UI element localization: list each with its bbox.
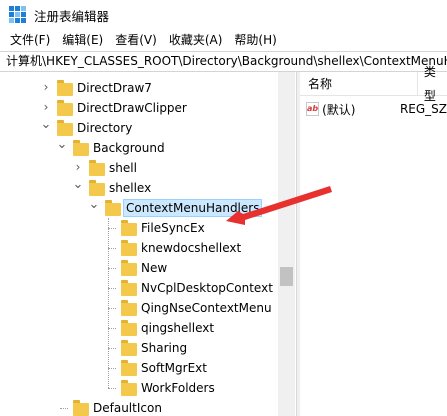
address-bar[interactable]: 计算机\HKEY_CLASSES_ROOT\Directory\Backgrou…	[0, 51, 447, 72]
menu-favorites[interactable]: 收藏夹(A)	[163, 30, 229, 50]
tree-item-sharing[interactable]: Sharing	[0, 338, 278, 358]
tree-item-label: DirectDraw7	[77, 81, 152, 95]
tree-connector	[108, 248, 116, 249]
tree-connector	[108, 308, 116, 309]
tree-item-workfolders[interactable]: WorkFolders	[0, 378, 278, 398]
tree-item-label: FileSyncEx	[141, 221, 205, 235]
tree-item-label: NvCplDesktopContext	[141, 281, 273, 295]
tree-item-label: SoftMgrExt	[141, 361, 207, 375]
folder-icon	[89, 160, 105, 176]
chevron-down-icon[interactable]: ⌄	[73, 177, 84, 192]
menu-edit[interactable]: 编辑(E)	[56, 30, 109, 50]
folder-icon	[89, 180, 105, 196]
column-header-name[interactable]: 名称	[300, 72, 418, 95]
tree-item-shell[interactable]: › shell	[0, 158, 278, 178]
tree-item-directdraw7[interactable]: › DirectDraw7	[0, 78, 278, 98]
tree-item-contextmenuhandlers[interactable]: ⌄ ContextMenuHandlers	[0, 197, 278, 218]
chevron-down-icon[interactable]: ⌄	[89, 197, 100, 212]
tree-item-shellex[interactable]: ⌄ shellex	[0, 177, 278, 198]
menu-file[interactable]: 文件(F)	[4, 30, 56, 50]
tree-item-new[interactable]: New	[0, 258, 278, 278]
tree-connector	[108, 328, 116, 329]
folder-icon	[73, 400, 89, 416]
tree-scrollbar[interactable]	[278, 72, 295, 416]
tree-item-label: WorkFolders	[141, 381, 215, 395]
tree-item-label: shellex	[109, 181, 152, 195]
tree-item-directdrawclipper[interactable]: › DirectDrawClipper	[0, 98, 278, 118]
tree-item-qingshellext[interactable]: qingshellext	[0, 318, 278, 338]
folder-icon	[121, 360, 137, 376]
folder-icon	[121, 220, 137, 236]
value-name: (默认)	[322, 102, 356, 117]
tree-connector	[108, 268, 116, 269]
tree-item-label: ContextMenuHandlers	[123, 199, 263, 217]
chevron-down-icon[interactable]: ⌄	[41, 117, 52, 132]
folder-icon	[121, 380, 137, 396]
chevron-down-icon[interactable]: ⌄	[57, 137, 68, 152]
tree-item-filesyncex[interactable]: FileSyncEx	[0, 218, 278, 238]
tree-connector	[60, 408, 68, 409]
tree-item-defaulticon[interactable]: DefaultIcon	[0, 398, 278, 416]
value-row[interactable]: ab (默认) REG_SZ	[300, 99, 447, 119]
chevron-right-icon[interactable]: ›	[41, 80, 51, 94]
window-title: 注册表编辑器	[34, 8, 110, 24]
tree-item-label: Background	[93, 141, 165, 155]
tree-item-label: Sharing	[141, 341, 188, 355]
folder-icon	[57, 120, 73, 136]
menu-view[interactable]: 查看(V)	[109, 30, 163, 50]
folder-icon	[121, 320, 137, 336]
scrollbar-thumb[interactable]	[280, 267, 293, 286]
folder-icon	[121, 280, 137, 296]
folder-icon	[121, 300, 137, 316]
tree-item-qingnsecontextmenu[interactable]: QingNseContextMenu	[0, 298, 278, 318]
tree-item-label: shell	[109, 161, 137, 175]
title-bar: 注册表编辑器	[0, 0, 447, 30]
tree-item-label: DefaultIcon	[93, 401, 162, 415]
tree-item-label: New	[141, 261, 168, 275]
tree-item-label: knewdocshellext	[141, 241, 242, 255]
folder-icon	[121, 260, 137, 276]
tree-connector	[108, 228, 116, 229]
menu-help[interactable]: 帮助(H)	[228, 30, 282, 50]
menu-bar: 文件(F) 编辑(E) 查看(V) 收藏夹(A) 帮助(H)	[0, 30, 447, 50]
values-header: 名称 类型	[300, 65, 447, 103]
value-type: REG_SZ	[399, 102, 447, 116]
tree-item-label: QingNseContextMenu	[141, 301, 272, 315]
folder-icon	[73, 140, 89, 156]
tree-item-knewdocshellext[interactable]: knewdocshellext	[0, 238, 278, 258]
folder-icon	[105, 200, 121, 216]
tree-item-softmgrext[interactable]: SoftMgrExt	[0, 358, 278, 378]
folder-icon	[57, 100, 73, 116]
folder-icon	[57, 80, 73, 96]
string-value-icon: ab	[306, 102, 320, 116]
folder-icon	[121, 240, 137, 256]
registry-editor-icon	[9, 6, 27, 24]
chevron-right-icon[interactable]: ›	[41, 100, 51, 114]
tree-item-label: Directory	[77, 121, 133, 135]
tree-item-label: qingshellext	[141, 321, 215, 335]
pane-splitter[interactable]	[296, 72, 300, 416]
tree-item-directory[interactable]: ⌄ Directory	[0, 117, 278, 138]
tree-connector	[108, 288, 116, 289]
chevron-right-icon[interactable]: ›	[73, 160, 83, 174]
tree-connector	[108, 388, 116, 389]
tree-item-nvcpldesktopcontext[interactable]: NvCplDesktopContext	[0, 278, 278, 298]
tree-item-background[interactable]: ⌄ Background	[0, 137, 278, 158]
tree-item-label: DirectDrawClipper	[77, 101, 187, 115]
tree-connector	[108, 368, 116, 369]
tree-connector	[108, 348, 116, 349]
tree-connector	[108, 218, 109, 388]
folder-icon	[121, 340, 137, 356]
registry-tree: › DirectDraw7 › DirectDrawClipper ⌄ Directory…	[0, 72, 296, 416]
